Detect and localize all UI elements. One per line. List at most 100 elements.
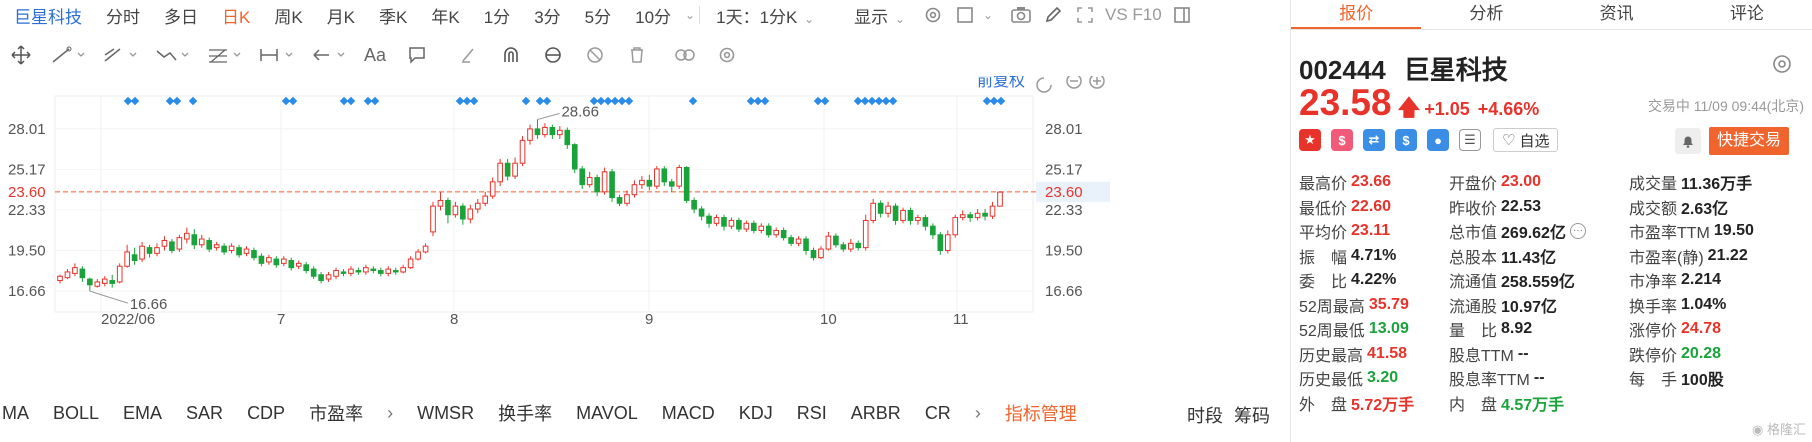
- event-marker[interactable]: [521, 96, 531, 106]
- indicator-rsi[interactable]: RSI: [785, 403, 839, 424]
- link-icon[interactable]: [664, 40, 706, 70]
- magnet-icon[interactable]: [490, 40, 532, 70]
- quick-trade-button[interactable]: 快捷交易: [1709, 127, 1790, 155]
- draw-settings-icon[interactable]: [706, 40, 748, 70]
- event-marker[interactable]: [172, 96, 182, 106]
- eraser-line-icon[interactable]: [448, 40, 490, 70]
- text-tool-icon[interactable]: Aa: [354, 40, 396, 70]
- candle-body: [930, 225, 936, 236]
- arrow-tool-icon[interactable]: [302, 40, 354, 70]
- period-3min[interactable]: 3分: [522, 3, 572, 28]
- indicator-kdj[interactable]: KDJ: [727, 403, 785, 424]
- event-marker[interactable]: [370, 96, 380, 106]
- stock-name-link[interactable]: 巨星科技: [0, 3, 94, 28]
- indicator-wmsr[interactable]: WMSR: [405, 403, 486, 424]
- vs-f10-button[interactable]: VS F10: [1101, 5, 1166, 25]
- indicator-macd[interactable]: MACD: [650, 403, 727, 424]
- stock-connect-icon[interactable]: $: [1331, 129, 1353, 151]
- event-marker[interactable]: [760, 96, 770, 106]
- chevron-right-icon[interactable]: ›: [375, 403, 405, 424]
- tab-analysis[interactable]: 分析: [1421, 0, 1551, 29]
- indicator-sar[interactable]: SAR: [174, 403, 235, 424]
- event-marker[interactable]: [542, 96, 552, 106]
- event-marker[interactable]: [130, 96, 140, 106]
- move-icon[interactable]: [0, 40, 42, 70]
- indicator-cdp[interactable]: CDP: [235, 403, 297, 424]
- more-icon[interactable]: ···: [1569, 223, 1586, 240]
- sync-icon[interactable]: [532, 40, 574, 70]
- sidebar-toggle-icon[interactable]: [1168, 1, 1196, 29]
- range-select[interactable]: 1天：1分K ⌄: [704, 3, 826, 28]
- note-icon[interactable]: ☰: [1459, 129, 1481, 151]
- chevron-right-icon[interactable]: ›: [963, 403, 993, 424]
- indicator-ema[interactable]: EMA: [111, 403, 174, 424]
- tag-icon[interactable]: ●: [1427, 129, 1449, 151]
- tab-comments[interactable]: 评论: [1682, 0, 1812, 29]
- display-menu[interactable]: 显示 ⌄: [842, 3, 917, 28]
- indicator-mavol[interactable]: MAVOL: [564, 403, 650, 424]
- event-marker[interactable]: [888, 96, 898, 106]
- indicator-turnover[interactable]: 换手率: [486, 400, 564, 426]
- chevron-down-icon[interactable]: ⌄: [685, 8, 695, 22]
- event-marker[interactable]: [688, 96, 698, 106]
- bell-icon[interactable]: [1675, 128, 1701, 154]
- trash-icon[interactable]: [616, 40, 658, 70]
- comment-tool-icon[interactable]: [396, 40, 438, 70]
- event-marker[interactable]: [624, 96, 634, 106]
- drawing-toolbar: Aa: [0, 38, 1282, 72]
- y-tick-label-left: 16.66: [8, 283, 46, 300]
- indicator-arbr[interactable]: ARBR: [839, 403, 913, 424]
- period-monthly-k[interactable]: 月K: [315, 3, 367, 28]
- indicator-cr[interactable]: CR: [913, 403, 963, 424]
- adjust-type-link[interactable]: 前复权: [977, 76, 1025, 90]
- tab-news[interactable]: 资讯: [1552, 0, 1682, 29]
- undo-icon[interactable]: [1036, 77, 1052, 93]
- chevron-down-icon[interactable]: ⌄: [983, 8, 993, 22]
- indicator-pe[interactable]: 市盈率: [297, 400, 375, 426]
- measure-tool-icon[interactable]: [250, 40, 302, 70]
- indicator-right-group: 时段 筹码: [1187, 402, 1270, 428]
- camera-icon[interactable]: [1007, 1, 1035, 29]
- zoom-out-icon[interactable]: [1066, 76, 1082, 89]
- event-marker[interactable]: [996, 96, 1006, 106]
- indicator-manager-button[interactable]: 指标管理: [993, 400, 1089, 426]
- period-weekly-k[interactable]: 周K: [262, 3, 314, 28]
- indicator-ma[interactable]: MA: [0, 403, 41, 424]
- channel-tool-icon[interactable]: [94, 40, 146, 70]
- stat-label: 涨停价: [1629, 323, 1678, 341]
- event-marker[interactable]: [820, 96, 830, 106]
- chips-button[interactable]: 筹码: [1234, 406, 1270, 426]
- period-1min[interactable]: 1分: [472, 3, 522, 28]
- stat-cell: 52周最高 35.79: [1299, 293, 1449, 317]
- shuffle-icon[interactable]: ⇄: [1363, 129, 1385, 151]
- period-10min[interactable]: 10分: [623, 3, 683, 28]
- period-5min[interactable]: 5分: [573, 3, 623, 28]
- settings-gear-icon[interactable]: [919, 1, 947, 29]
- x-tick-label: 10: [820, 311, 837, 328]
- indicator-boll[interactable]: BOLL: [41, 403, 111, 424]
- chart-style-icon[interactable]: [951, 1, 979, 29]
- period-yearly-k[interactable]: 年K: [419, 3, 471, 28]
- candle-body: [773, 229, 780, 236]
- period-quarterly-k[interactable]: 季K: [367, 3, 419, 28]
- event-marker[interactable]: [288, 96, 298, 106]
- gear-icon[interactable]: [1770, 52, 1794, 76]
- pencil-icon[interactable]: [1039, 1, 1067, 29]
- period-multiday[interactable]: 多日: [152, 3, 210, 28]
- hide-drawings-icon[interactable]: [574, 40, 616, 70]
- tab-quote[interactable]: 报价: [1291, 0, 1422, 29]
- polyline-tool-icon[interactable]: [146, 40, 198, 70]
- period-section-button[interactable]: 时段: [1187, 406, 1223, 426]
- candle-body: [392, 270, 399, 273]
- event-marker[interactable]: [469, 96, 479, 106]
- event-marker[interactable]: [188, 96, 198, 106]
- event-marker[interactable]: [346, 96, 356, 106]
- kline-chart[interactable]: 28.0125.1723.6022.3319.5016.6628.0125.17…: [0, 76, 1282, 376]
- dollar-icon[interactable]: $: [1395, 129, 1417, 151]
- fib-tool-icon[interactable]: [198, 40, 250, 70]
- line-tool-icon[interactable]: [42, 40, 94, 70]
- add-watchlist-button[interactable]: ♡ 自选: [1493, 128, 1559, 152]
- fullscreen-icon[interactable]: [1071, 1, 1099, 29]
- period-daily-k[interactable]: 日K: [210, 3, 262, 28]
- period-intraday[interactable]: 分时: [94, 3, 152, 28]
